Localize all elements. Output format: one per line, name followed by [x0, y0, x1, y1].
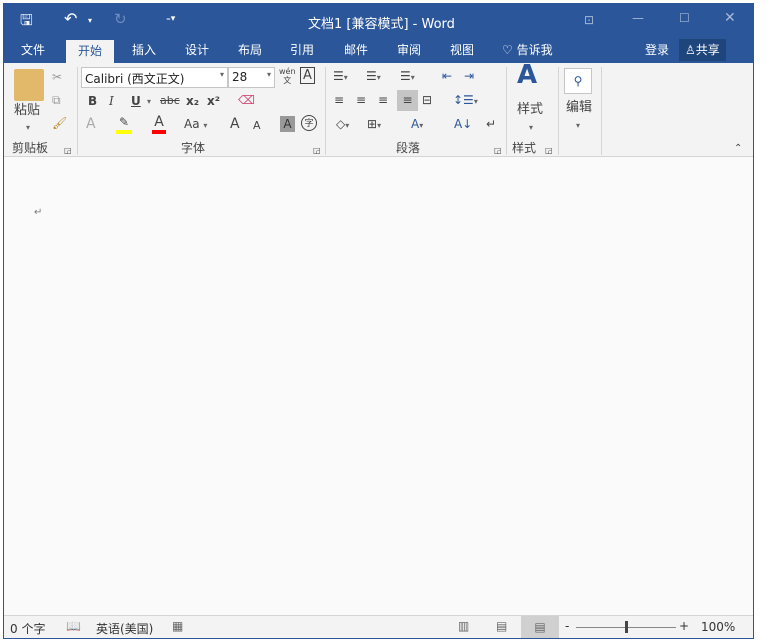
tell-me-label: 告诉我 — [516, 43, 553, 57]
paste-button[interactable]: 粘贴 — [14, 103, 40, 119]
window-title: 文档1 [兼容模式] - Word — [308, 17, 455, 32]
phonetic-guide-button[interactable]: wén 文 — [279, 67, 296, 85]
sort-icon[interactable]: A↓ — [454, 116, 472, 132]
title-bar: 🖫 ↶ ▾ ↻ ₌▾ 文档1 [兼容模式] - Word ⊡ — ☐ ✕ — [4, 4, 753, 37]
font-name-combobox[interactable]: Calibri (西文正文) ▾ — [81, 67, 228, 88]
show-marks-icon[interactable]: ↵ — [486, 116, 496, 132]
maximize-icon[interactable]: ☐ — [679, 10, 690, 26]
styles-dropdown-icon[interactable]: ▾ — [529, 120, 533, 136]
zoom-slider-thumb[interactable] — [625, 621, 628, 633]
change-case-button[interactable]: Aa ▾ — [184, 116, 207, 134]
subscript-button[interactable]: x₂ — [186, 93, 199, 109]
line-spacing-icon[interactable]: ↕☰▾ — [453, 92, 478, 110]
borders-icon[interactable]: ⊞▾ — [367, 116, 381, 134]
word-count[interactable]: 0 个字 — [10, 620, 45, 637]
align-center-icon[interactable]: ≡ — [356, 92, 366, 108]
ribbon-tabs: 文件 开始 插入 设计 布局 引用 邮件 审阅 视图 ♡ 告诉我 登录 ♙共享 — [4, 37, 753, 63]
tab-insert[interactable]: 插入 — [132, 41, 156, 58]
numbering-button[interactable]: ☰▾ — [366, 68, 381, 86]
web-layout-icon[interactable]: ▤ — [521, 616, 559, 638]
tab-review[interactable]: 审阅 — [397, 41, 421, 58]
underline-dropdown-icon[interactable]: ▾ — [147, 94, 151, 110]
bullets-button[interactable]: ☰▾ — [333, 68, 348, 86]
tab-home[interactable]: 开始 — [66, 40, 115, 63]
collapse-ribbon-icon[interactable]: ⌃ — [734, 141, 742, 157]
lightbulb-icon: ♡ — [502, 43, 513, 57]
paste-icon[interactable] — [14, 69, 44, 101]
share-button[interactable]: ♙共享 — [679, 39, 726, 61]
save-icon[interactable]: 🖫 — [20, 12, 33, 28]
font-color-icon[interactable]: A — [152, 114, 166, 134]
tab-references[interactable]: 引用 — [290, 41, 314, 58]
font-size-combobox[interactable]: 28 ▾ — [228, 67, 275, 88]
document-area[interactable]: ↵ — [4, 157, 753, 615]
zoom-in-button[interactable]: + — [679, 619, 689, 633]
close-icon[interactable]: ✕ — [724, 10, 736, 26]
bold-button[interactable]: B — [88, 93, 97, 109]
read-mode-icon[interactable]: ▥ — [458, 619, 469, 633]
tab-design[interactable]: 设计 — [185, 41, 209, 58]
print-layout-icon[interactable]: ▤ — [496, 619, 507, 633]
align-left-icon[interactable]: ≡ — [334, 92, 344, 108]
distributed-icon[interactable]: ⊟ — [422, 92, 432, 108]
underline-button[interactable]: U — [131, 93, 141, 109]
word-window: 🖫 ↶ ▾ ↻ ₌▾ 文档1 [兼容模式] - Word ⊡ — ☐ ✕ 文件 … — [3, 3, 754, 639]
styles-icon[interactable]: A — [517, 62, 537, 88]
paragraph-group-label: 段落 — [396, 141, 421, 155]
font-group-label: 字体 — [181, 141, 206, 155]
proofing-icon[interactable]: 📖 — [66, 619, 81, 633]
customize-qat-icon[interactable]: ₌▾ — [166, 11, 175, 27]
status-bar: 0 个字 📖 英语(美国) ▦ ▥ ▤ ▤ - + 100% — [4, 615, 753, 638]
text-direction-icon[interactable]: A▾ — [411, 116, 423, 134]
person-icon: ♙ — [685, 43, 696, 57]
grow-font-button[interactable]: A — [230, 116, 240, 132]
zoom-out-button[interactable]: - — [565, 619, 569, 633]
find-icon[interactable]: ⚲ — [564, 68, 592, 94]
text-effects-icon[interactable]: A — [86, 116, 96, 132]
share-label: 共享 — [695, 43, 720, 57]
font-name-value: Calibri (西文正文) — [85, 72, 185, 86]
paragraph-mark-icon: ↵ — [34, 207, 43, 218]
justify-icon[interactable]: ≡ — [397, 90, 418, 111]
highlight-color-icon[interactable]: ✎ — [116, 114, 132, 134]
tab-view[interactable]: 视图 — [450, 41, 474, 58]
undo-icon[interactable]: ↶ — [64, 11, 77, 27]
language-status[interactable]: 英语(美国) — [96, 620, 153, 637]
font-size-value: 28 — [232, 70, 248, 84]
tab-file[interactable]: 文件 — [21, 41, 45, 58]
character-shading-button[interactable]: A — [280, 116, 295, 132]
cut-icon[interactable]: ✂ — [52, 69, 62, 85]
shrink-font-button[interactable]: A — [253, 118, 261, 134]
styles-button[interactable]: 样式 — [517, 102, 543, 118]
sign-in-link[interactable]: 登录 — [645, 41, 669, 58]
enclose-characters-button[interactable]: 字 — [301, 115, 317, 131]
ribbon-display-icon[interactable]: ⊡ — [584, 12, 594, 28]
character-border-button[interactable]: A — [300, 67, 315, 84]
editing-dropdown-icon[interactable]: ▾ — [576, 118, 580, 134]
editing-button[interactable]: 编辑 — [566, 100, 592, 116]
copy-icon[interactable]: ⧉ — [52, 92, 61, 108]
decrease-indent-icon[interactable]: ⇤ — [442, 68, 452, 84]
increase-indent-icon[interactable]: ⇥ — [464, 68, 474, 84]
clear-formatting-icon[interactable]: ⌫ — [238, 92, 255, 108]
tell-me[interactable]: ♡ 告诉我 — [502, 41, 553, 58]
align-right-icon[interactable]: ≡ — [378, 92, 388, 108]
italic-button[interactable]: I — [109, 93, 114, 109]
tab-mailings[interactable]: 邮件 — [344, 41, 368, 58]
superscript-button[interactable]: x² — [207, 93, 220, 109]
redo-icon: ↻ — [114, 10, 127, 28]
tab-layout[interactable]: 布局 — [238, 41, 262, 58]
zoom-level[interactable]: 100% — [701, 620, 735, 634]
minimize-icon[interactable]: — — [632, 10, 644, 26]
styles-group-label: 样式 — [512, 141, 537, 155]
paste-dropdown-icon[interactable]: ▾ — [26, 120, 30, 136]
multilevel-list-button[interactable]: ☰▾ — [400, 68, 415, 86]
ribbon: 粘贴 ▾ ✂ ⧉ 🖌 剪贴板 ◲ Calibri (西文正文) ▾ 28 ▾ wén… — [4, 62, 753, 157]
strikethrough-button[interactable]: abc — [160, 93, 180, 109]
macro-icon[interactable]: ▦ — [172, 619, 183, 633]
clipboard-group-label: 剪贴板 — [12, 141, 49, 155]
format-painter-icon[interactable]: 🖌 — [52, 115, 67, 131]
shading-icon[interactable]: ◇▾ — [336, 116, 349, 134]
undo-dropdown-icon[interactable]: ▾ — [88, 13, 92, 29]
